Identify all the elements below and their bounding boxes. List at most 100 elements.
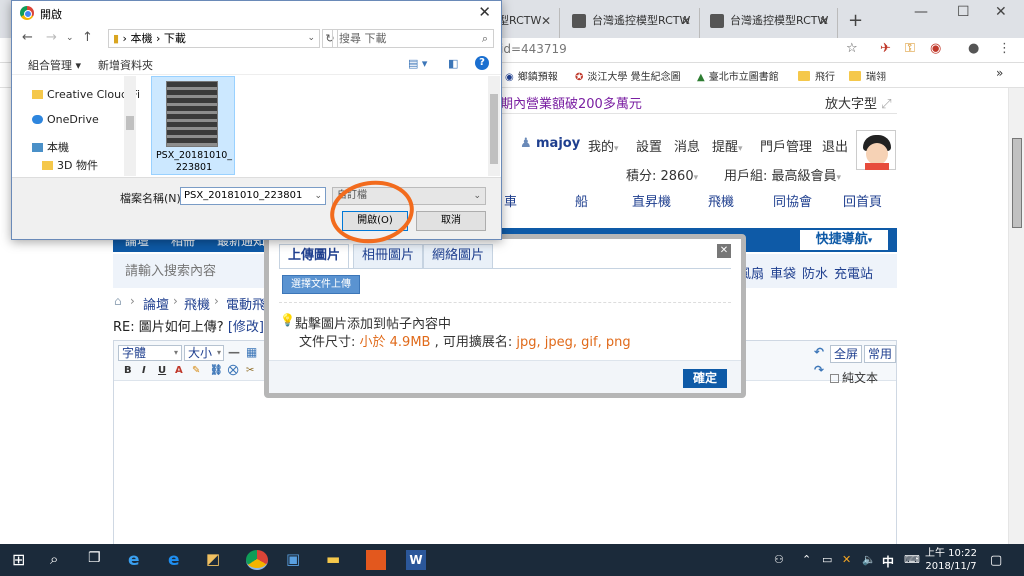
task-view-icon[interactable]: ❐ [88,550,108,570]
key-icon[interactable]: ⚿ [905,41,915,56]
close-icon[interactable]: ✕ [819,8,829,34]
url-text[interactable]: id=443719 [500,42,567,56]
redo-icon[interactable]: ↷ [814,363,824,377]
app-tray-icon[interactable]: ✕ [842,553,851,566]
tree-item[interactable]: 3D 物件 [42,157,98,173]
chevron-up-icon[interactable]: ⌃ [802,553,811,566]
category-boat[interactable]: 船 [575,191,588,210]
page-scrollbar[interactable] [1008,88,1024,544]
edit-link[interactable]: [修改] [228,320,264,335]
edge-icon[interactable]: e [168,550,188,570]
bookmark-folder[interactable]: 瑞翎 [849,68,886,83]
windows-start-icon[interactable]: ⊞ [12,550,32,570]
confirm-button[interactable]: 確定 [683,369,727,388]
unlink-icon[interactable]: ⛒ [228,365,238,376]
browser-tab[interactable]: 台灣遙控模型RCTW ✕ [700,8,838,38]
organize-button[interactable]: 組合管理 ▾ [28,57,81,73]
file-explorer-icon[interactable]: ▬ [326,550,346,570]
path-bar[interactable]: ▮ › 本機 › 下載 ⌄ [108,29,320,48]
close-icon[interactable]: ✕ [681,8,691,34]
bookmark-item[interactable]: ▲ 臺北市立圖書館 [697,68,779,83]
hot-keyword[interactable]: 防水 [802,263,828,282]
network-icon[interactable]: ▭ [822,553,832,566]
nav-my[interactable]: 我的▾ [588,136,619,155]
keyboard-icon[interactable]: ⌨ [904,553,920,566]
word-icon[interactable]: W [406,550,426,570]
category-car[interactable]: 車 [504,191,517,210]
hot-keyword[interactable]: 車袋 [770,263,796,282]
maximize-icon[interactable]: ☐ [957,4,970,20]
chevron-down-icon[interactable]: ⌄ [66,33,74,43]
category-association[interactable]: 同協會 [773,191,812,210]
dialog-search-input[interactable]: 搜尋 下載 ⌕ [332,29,494,48]
menu-icon[interactable]: ⋮ [998,41,1011,56]
office-icon[interactable] [366,550,386,570]
breadcrumb-item[interactable]: 飛機 [184,294,210,313]
ime-indicator[interactable]: 中 [882,553,894,570]
bookmark-item[interactable]: ✪ 淡江大學 覺生紀念圖 [575,68,681,83]
extension-icon[interactable]: ✈ [880,41,891,56]
table-icon[interactable]: ▦ [246,345,257,359]
file-item[interactable]: PSX_20181010_223801 [151,76,235,175]
close-window-icon[interactable]: ✕ [995,4,1007,20]
plaintext-checkbox[interactable]: 純文本 [830,369,878,386]
new-folder-button[interactable]: 新增資料夾 [98,57,153,73]
preview-pane-icon[interactable]: ◧ [448,57,458,70]
new-tab-button[interactable]: + [848,10,863,31]
breadcrumb-item[interactable]: 論壇 [143,294,169,313]
close-icon[interactable]: ✕ [478,3,491,21]
size-select[interactable]: 大小 ▾ [184,345,224,361]
system-clock[interactable]: 上午 10:22 2018/11/7 [925,547,977,573]
category-home[interactable]: 回首頁 [843,191,882,210]
forward-arrow-icon[interactable]: → [46,30,57,45]
cancel-button[interactable]: 取消 [416,211,486,231]
username-link[interactable]: majoy [536,136,580,151]
hot-keyword[interactable]: 充電站 [834,263,873,282]
nav-alerts[interactable]: 提醒▾ [712,136,743,155]
chevron-down-icon[interactable]: ⌄ [307,30,315,47]
people-icon[interactable]: ⚇ [774,553,784,566]
path-segment[interactable]: 本機 [130,32,152,45]
help-icon[interactable]: ? [475,56,489,70]
hr-icon[interactable]: — [228,345,240,359]
volume-icon[interactable]: 🔈 [862,553,876,566]
quick-nav-button[interactable]: 快捷導航▾ [800,230,888,250]
tab-web-image[interactable]: 網絡圖片 [423,244,494,268]
bookmark-folder[interactable]: 飛行 [798,68,835,83]
search-icon[interactable]: ⌕ [50,550,70,570]
filename-input[interactable]: PSX_20181010_223801 ⌄ [180,187,326,205]
undo-icon[interactable]: ↶ [814,345,824,359]
path-segment[interactable]: 下載 [164,32,186,45]
tree-item[interactable]: 本機 [32,139,69,155]
home-icon[interactable]: ⌂ [114,294,122,308]
chrome-icon[interactable] [246,550,268,570]
common-button[interactable]: 常用 [864,345,896,363]
highlight-icon[interactable]: ✎ [192,365,200,376]
category-helicopter[interactable]: 直昇機 [632,191,671,210]
link-icon[interactable]: ⛓ [210,365,223,376]
bookmarks-overflow[interactable]: » [996,66,1003,80]
font-select[interactable]: 字體 ▾ [118,345,182,361]
tab-upload-image[interactable]: 上傳圖片 [279,244,350,268]
file-list-scrollbar[interactable] [488,76,500,176]
nav-portal-admin[interactable]: 門戶管理 [760,136,812,155]
italic-button[interactable]: I [142,365,146,376]
points-label[interactable]: 積分: 2860▾ [626,165,698,184]
bigfont-link[interactable]: 放大字型 ⤢ [825,93,892,112]
up-arrow-icon[interactable]: ↑ [82,30,93,45]
back-arrow-icon[interactable]: ← [22,30,33,45]
close-icon[interactable]: ✕ [717,244,731,258]
record-icon[interactable]: ◉ [930,41,941,56]
font-color-button[interactable]: A [175,365,183,376]
usergroup-label[interactable]: 用戶組: 最高級會員▾ [724,165,841,184]
minimize-icon[interactable]: — [914,4,928,20]
tree-item[interactable]: OneDrive [32,113,99,126]
underline-button[interactable]: U [158,365,166,376]
clear-format-icon[interactable]: ✂ [246,365,254,376]
photo-app-icon[interactable]: ◩ [206,550,226,570]
close-icon[interactable]: ✕ [541,8,551,34]
media-app-icon[interactable]: ▣ [286,550,306,570]
choose-file-button[interactable]: 選擇文件上傳 [282,275,360,294]
fullscreen-button[interactable]: 全屏 [830,345,863,363]
promo-text[interactable]: 期內營業額破200多萬元 [500,93,642,112]
